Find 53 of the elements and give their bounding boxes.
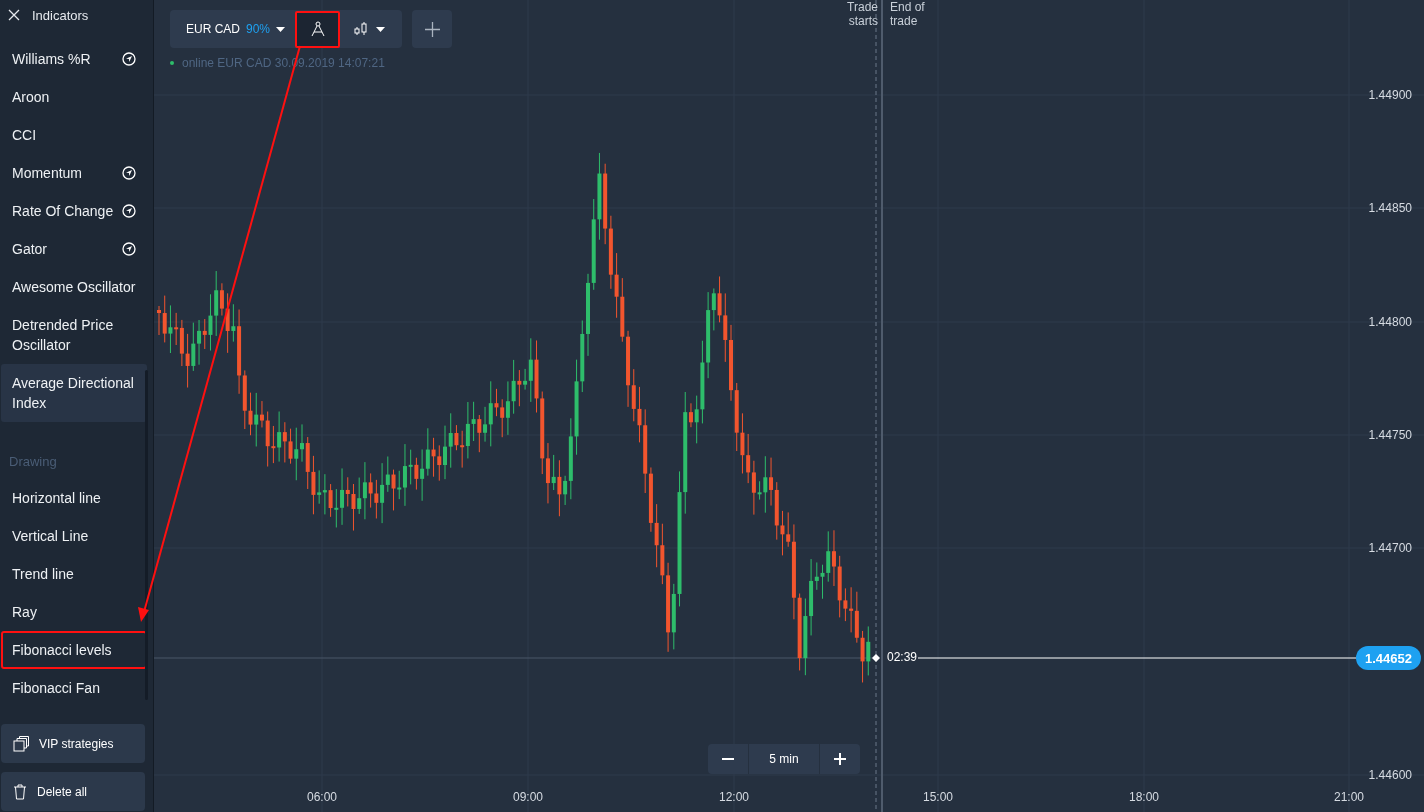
price-axis-label: 1.44900 — [1368, 88, 1412, 102]
trade-start-label: Trade starts — [846, 0, 878, 28]
drawing-tools-button[interactable] — [295, 10, 341, 48]
delete-all-button[interactable]: Delete all — [1, 772, 145, 811]
time-axis-label: 09:00 — [513, 790, 543, 804]
compass-icon — [310, 21, 325, 37]
trash-icon — [13, 783, 27, 800]
time-axis-label: 21:00 — [1334, 790, 1364, 804]
price-axis-label: 1.44700 — [1368, 541, 1412, 555]
panel-title: Indicators — [32, 7, 89, 23]
candle-icon — [354, 21, 369, 37]
indicator-item[interactable]: Detrended Price Oscillator — [1, 306, 147, 364]
indicator-item[interactable]: Aroon — [1, 78, 147, 116]
close-icon[interactable] — [8, 9, 20, 21]
time-axis-label: 15:00 — [923, 790, 953, 804]
navigation-icon[interactable] — [122, 52, 136, 66]
caret-icon — [376, 26, 386, 32]
interval-label: 5 min — [749, 744, 819, 774]
indicator-item[interactable]: Awesome Oscillator — [1, 268, 147, 306]
caret-icon — [276, 26, 286, 32]
navigation-icon[interactable] — [122, 166, 136, 180]
trade-end-label: End of trade — [890, 0, 926, 28]
time-axis-label: 06:00 — [307, 790, 337, 804]
zoom-in-button[interactable] — [820, 744, 860, 774]
indicator-item[interactable]: CCI — [1, 116, 147, 154]
indicator-item[interactable]: Trend line — [1, 555, 147, 593]
price-axis-label: 1.44600 — [1368, 768, 1412, 782]
navigation-icon[interactable] — [122, 242, 136, 256]
navigation-icon[interactable] — [122, 204, 136, 218]
price-marker-icon — [872, 654, 880, 662]
indicator-item[interactable]: Average Directional Index — [1, 364, 147, 422]
strategies-button[interactable]: VIP strategies — [1, 724, 145, 763]
minus-icon — [722, 758, 734, 760]
indicator-item[interactable]: Vertical Line — [1, 517, 147, 555]
copy-icon — [13, 735, 29, 752]
indicator-item[interactable]: Fibonacci Fan — [1, 669, 147, 707]
plus-icon — [834, 753, 846, 765]
indicator-item[interactable]: Ray — [1, 593, 147, 631]
indicator-item[interactable]: Momentum — [1, 154, 147, 192]
price-axis-label: 1.44850 — [1368, 201, 1412, 215]
countdown-timer: 02:39 — [887, 650, 918, 664]
asset-dropdown[interactable]: EUR CAD 90% — [173, 10, 296, 48]
time-axis-label: 18:00 — [1129, 790, 1159, 804]
section-heading: Drawing — [8, 452, 58, 471]
indicator-item[interactable]: Horizontal line — [1, 479, 147, 517]
time-axis-label: 12:00 — [719, 790, 749, 804]
indicator-item[interactable]: Rate Of Change — [1, 192, 147, 230]
indicator-item[interactable]: Gator — [1, 230, 147, 268]
current-price-tag: 1.44652 — [1356, 646, 1421, 670]
plus-icon — [424, 21, 440, 37]
indicator-item[interactable]: Williams %R — [1, 40, 147, 78]
price-axis-label: 1.44800 — [1368, 315, 1412, 329]
price-axis-label: 1.44750 — [1368, 428, 1412, 442]
